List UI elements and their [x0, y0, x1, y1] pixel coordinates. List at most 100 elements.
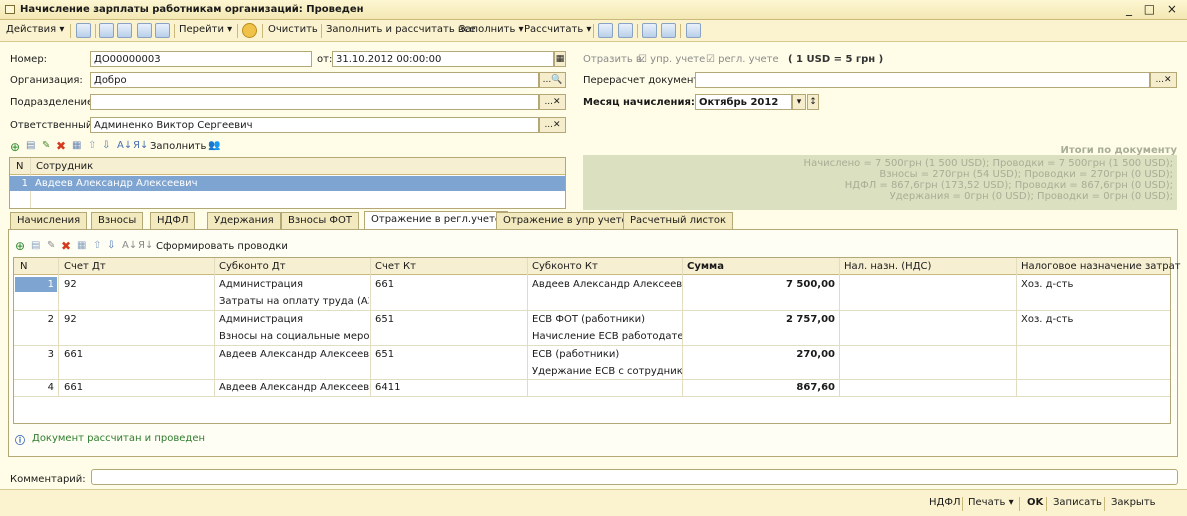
reflect-mgmt-label: упр. учете	[650, 54, 706, 65]
clear-button[interactable]: Очистить	[268, 24, 318, 35]
help-icon[interactable]	[242, 23, 257, 38]
save-icon[interactable]	[76, 23, 91, 38]
post-icon[interactable]	[137, 23, 152, 38]
copy-icon[interactable]	[117, 23, 132, 38]
entries-sort-asc-icon[interactable]: A↓	[122, 240, 137, 251]
delete-icon[interactable]: ✖	[56, 139, 66, 153]
refresh-icon[interactable]	[99, 23, 114, 38]
recalc-field[interactable]	[695, 72, 1150, 88]
title-bar: Начисление зарплаты работникам организац…	[0, 0, 1187, 20]
employees-fill-menu[interactable]: Заполнить ▾	[150, 141, 215, 152]
move-down-icon[interactable]: ⇩	[102, 140, 110, 151]
row-debit: 661	[64, 382, 84, 393]
window-controls[interactable]: _ □ ×	[1126, 2, 1181, 16]
row-sub-dt1: Администрация	[219, 314, 303, 325]
tab-reg-accounting[interactable]: Отражение в регл.учете	[364, 211, 509, 230]
tab-fot-contributions[interactable]: Взносы ФОТ	[281, 212, 359, 229]
date-label: от:	[317, 54, 333, 65]
calculate-menu[interactable]: Рассчитать ▾	[524, 24, 591, 35]
totals-line-contributions: Взносы = 270грн (54 USD); Проводки = 270…	[879, 169, 1173, 180]
dept-field[interactable]	[90, 94, 539, 110]
fill-calc-all-button[interactable]: Заполнить и рассчитать все	[326, 24, 475, 35]
row-credit: 651	[375, 314, 395, 325]
debit-credit-icon[interactable]	[642, 23, 657, 38]
resp-select-button[interactable]: ...✕	[539, 117, 566, 133]
end-edit-icon[interactable]: ▦	[72, 140, 81, 151]
table-row[interactable]: 4 661 Авдеев Александр Алексеевич 6411 8…	[14, 380, 1170, 396]
preview-icon[interactable]	[661, 23, 676, 38]
tab-mgmt-accounting[interactable]: Отражение в упр учете	[496, 212, 635, 229]
reflect-reg-checkbox[interactable]: ☑ регл. учете	[706, 54, 779, 65]
footer-bar: НДФЛ Печать ▾ OK Записать Закрыть	[0, 489, 1187, 516]
entries-sort-desc-icon[interactable]: Я↓	[138, 240, 153, 251]
row-amount: 7 500,00	[785, 279, 835, 290]
resp-field[interactable]: Админенко Виктор Сергеевич	[90, 117, 539, 133]
row-amount: 270,00	[796, 349, 835, 360]
close-button[interactable]: Закрыть	[1111, 497, 1156, 508]
recalc-select-button[interactable]: ...✕	[1150, 72, 1177, 88]
comment-field[interactable]	[91, 469, 1178, 485]
dept-label: Подразделение:	[10, 97, 97, 108]
dept-select-button[interactable]: ...✕	[539, 94, 566, 110]
col-vat: Нал. назн. (НДС)	[844, 261, 932, 272]
print-menu[interactable]: Печать ▾	[968, 497, 1014, 508]
entries-add-icon[interactable]: ⊕	[15, 239, 25, 253]
col-employee: Сотрудник	[36, 161, 94, 172]
edit-icon[interactable]: ✎	[42, 140, 50, 151]
goto-menu[interactable]: Перейти ▾	[179, 24, 232, 35]
row-credit: 661	[375, 279, 395, 290]
ok-button[interactable]: OK	[1027, 497, 1043, 508]
row-n: 1	[47, 279, 54, 290]
month-dropdown-icon[interactable]: ▾	[792, 94, 806, 110]
month-label: Месяц начисления:	[583, 97, 695, 108]
number-field[interactable]: ДО00000003	[90, 51, 312, 67]
employees-header: N Сотрудник	[10, 158, 565, 175]
save-button[interactable]: Записать	[1053, 497, 1102, 508]
entries-end-edit-icon[interactable]: ▦	[77, 240, 86, 251]
reflect-mgmt-checkbox[interactable]: ☑ упр. учете	[638, 54, 705, 65]
actions-menu[interactable]: Действия ▾	[6, 24, 64, 35]
org-field[interactable]: Добро	[90, 72, 539, 88]
employees-select-icon[interactable]: 👥	[208, 140, 220, 151]
entries-copy-icon[interactable]: ▤	[31, 240, 40, 251]
tab-deductions[interactable]: Удержания	[207, 212, 281, 229]
unpost-icon[interactable]	[155, 23, 170, 38]
row-n: 4	[47, 382, 54, 393]
entries-edit-icon[interactable]: ✎	[47, 240, 55, 251]
tab-accruals[interactable]: Начисления	[10, 212, 88, 229]
table-row[interactable]: 3 661 Авдеев Александр Алексеевич 651 ЕС…	[14, 346, 1170, 379]
recalc-label: Перерасчет документа:	[583, 75, 709, 86]
ndfl-button[interactable]: НДФЛ	[929, 497, 960, 508]
row-tax-purpose: Хоз. д-сть	[1021, 314, 1074, 325]
table-row[interactable]: 2 92 Администрация Взносы на социальные …	[14, 311, 1170, 345]
row-sub-dt2: Затраты на оплату труда (АЗ)	[219, 296, 369, 307]
document-icon[interactable]	[686, 23, 701, 38]
sort-asc-icon[interactable]: A↓	[117, 140, 132, 151]
month-stepper-icon[interactable]: ↕	[807, 94, 819, 110]
move-up-icon[interactable]: ⇧	[88, 140, 96, 151]
entries-move-up-icon[interactable]: ⇧	[93, 240, 101, 251]
entries-move-down-icon[interactable]: ⇩	[107, 240, 115, 251]
calendar-icon[interactable]: ▦	[554, 51, 566, 67]
entries-delete-icon[interactable]: ✖	[61, 239, 71, 253]
sort-desc-icon[interactable]: Я↓	[133, 140, 148, 151]
window-title: Начисление зарплаты работникам организац…	[20, 4, 364, 15]
tab-ndfl[interactable]: НДФЛ	[150, 212, 196, 229]
month-field[interactable]: Октябрь 2012	[695, 94, 792, 110]
employee-row[interactable]: 1 Авдеев Александр Алексеевич	[10, 176, 565, 191]
col-sub-kt: Субконто Кт	[532, 261, 598, 272]
tab-payslip[interactable]: Расчетный листок	[623, 212, 734, 229]
table-row[interactable]: 1 92 Администрация Затраты на оплату тру…	[14, 276, 1170, 310]
tab-contributions[interactable]: Взносы	[91, 212, 144, 229]
add-icon[interactable]: ⊕	[10, 140, 20, 154]
copy-row-icon[interactable]: ▤	[26, 140, 35, 151]
generate-entries-button[interactable]: Сформировать проводки	[156, 241, 288, 252]
structure-icon[interactable]	[618, 23, 633, 38]
row-sub-kt2: Начисление ЕСВ работодател...	[532, 331, 682, 342]
date-field[interactable]: 31.10.2012 00:00:00	[332, 51, 554, 67]
entries-header: N Счет Дт Субконто Дт Счет Кт Субконто К…	[14, 258, 1181, 275]
org-select-button[interactable]: ...🔍	[539, 72, 566, 88]
table-icon[interactable]	[598, 23, 613, 38]
col-n: N	[20, 261, 28, 272]
fill-menu[interactable]: Заполнить ▾	[459, 24, 524, 35]
